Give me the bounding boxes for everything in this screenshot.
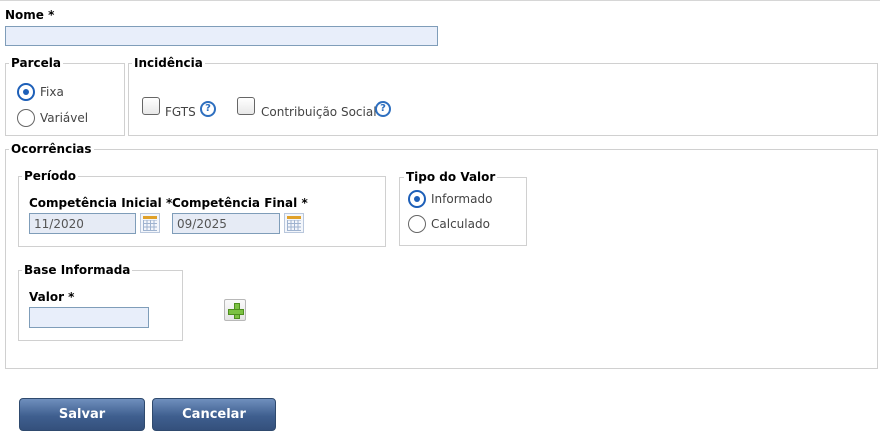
periodo-legend: Período [22, 169, 79, 183]
save-button[interactable]: Salvar [19, 398, 145, 431]
periodo-fieldset [18, 176, 386, 247]
checkbox-contribuicao-social[interactable] [237, 97, 255, 115]
help-icon-contribuicao-social[interactable]: ? [375, 101, 391, 117]
incidencia-legend: Incidência [132, 56, 205, 70]
parcela-legend: Parcela [9, 56, 63, 70]
calendar-icon-final[interactable] [284, 213, 304, 233]
radio-variavel[interactable] [17, 109, 35, 127]
competencia-final-label: Competência Final * [172, 196, 308, 210]
valor-label: Valor * [29, 290, 75, 304]
radio-variavel-label: Variável [40, 111, 89, 125]
add-icon[interactable] [224, 299, 246, 321]
checkbox-contribuicao-social-label: Contribuição Social [261, 105, 377, 119]
radio-fixa[interactable] [17, 83, 35, 101]
checkbox-fgts[interactable] [142, 97, 160, 115]
radio-calculado-label: Calculado [431, 217, 490, 231]
radio-fixa-label: Fixa [40, 85, 64, 99]
competencia-inicial-label: Competência Inicial * [29, 196, 173, 210]
nome-label: Nome * [5, 8, 55, 22]
radio-informado[interactable] [408, 190, 426, 208]
cancel-button[interactable]: Cancelar [152, 398, 276, 431]
tipo-valor-fieldset [399, 177, 527, 246]
base-informada-legend: Base Informada [22, 263, 133, 277]
calendar-icon-inicial[interactable] [140, 213, 160, 233]
competencia-final-input[interactable] [172, 213, 280, 234]
checkbox-fgts-label: FGTS [165, 105, 196, 119]
competencia-inicial-input[interactable] [29, 213, 136, 234]
tipo-valor-legend: Tipo do Valor [404, 170, 498, 184]
help-icon-fgts[interactable]: ? [200, 101, 216, 117]
nome-input[interactable] [5, 26, 438, 46]
ocorrencias-legend: Ocorrências [9, 142, 94, 156]
radio-informado-label: Informado [431, 192, 493, 206]
base-informada-fieldset [18, 270, 183, 341]
valor-input[interactable] [29, 307, 149, 328]
radio-calculado[interactable] [408, 215, 426, 233]
top-divider [0, 0, 880, 3]
